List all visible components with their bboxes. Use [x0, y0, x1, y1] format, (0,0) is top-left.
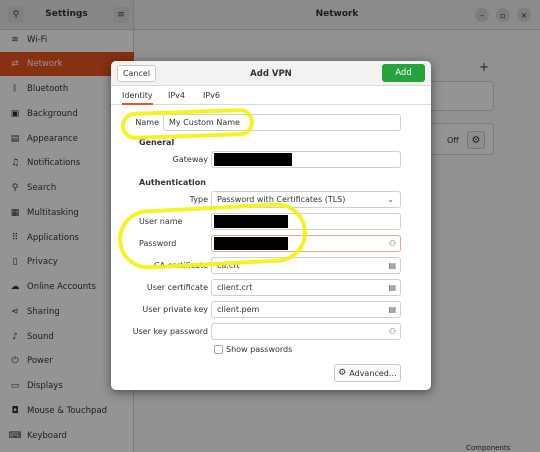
redacted-password	[214, 237, 288, 250]
ca-certificate-field[interactable]: ca.crt ▤	[211, 257, 401, 274]
ca-certificate-value: ca.crt	[217, 261, 240, 270]
show-passwords-checkbox[interactable]: Show passwords	[214, 345, 292, 354]
user-certificate-field[interactable]: client.crt ▤	[211, 279, 401, 296]
redacted-gateway	[214, 153, 292, 166]
add-button[interactable]: Add	[382, 64, 425, 82]
file-chooser-icon[interactable]: ▤	[388, 305, 396, 314]
tab-ipv4[interactable]: IPv4	[168, 91, 185, 100]
ca-certificate-label: CA certificate	[154, 261, 208, 270]
show-passwords-label: Show passwords	[226, 345, 293, 354]
password-options-icon[interactable]: ⚇	[389, 239, 396, 248]
gateway-label: Gateway	[172, 155, 208, 164]
user-key-password-label: User key password	[132, 327, 208, 336]
user-certificate-label: User certificate	[146, 283, 208, 292]
password-label: Password	[139, 239, 177, 248]
file-chooser-icon[interactable]: ▤	[388, 261, 396, 270]
user-certificate-value: client.crt	[217, 283, 253, 292]
authentication-heading: Authentication	[139, 178, 206, 187]
type-dropdown[interactable]: Password with Certificates (TLS) ⌄	[211, 191, 401, 208]
user-private-key-label: User private key	[142, 305, 208, 314]
tab-ipv6[interactable]: IPv6	[203, 91, 220, 100]
name-value: My Custom Name	[169, 118, 240, 127]
gateway-field[interactable]	[211, 151, 401, 168]
type-label: Type	[189, 195, 208, 204]
advanced-button[interactable]: ⚙ Advanced…	[334, 364, 401, 382]
tab-bar: Identity IPv4 IPv6	[111, 86, 431, 105]
add-vpn-dialog: Cancel Add VPN Add Identity IPv4 IPv6 Na…	[111, 61, 431, 390]
general-heading: General	[139, 138, 175, 147]
gear-icon: ⚙	[338, 368, 347, 378]
username-field[interactable]	[211, 213, 401, 230]
redacted-username	[214, 215, 288, 228]
user-key-password-field[interactable]: ⚇	[211, 323, 401, 340]
advanced-label: Advanced…	[349, 368, 397, 378]
chevron-down-icon: ⌄	[387, 195, 394, 204]
user-private-key-value: client.pem	[217, 305, 260, 314]
file-chooser-icon[interactable]: ▤	[388, 283, 396, 292]
password-field[interactable]: ⚇	[211, 235, 401, 252]
dialog-header: Cancel Add VPN Add	[111, 61, 431, 86]
user-private-key-field[interactable]: client.pem ▤	[211, 301, 401, 318]
name-field[interactable]: My Custom Name	[163, 114, 401, 131]
checkbox-box[interactable]	[214, 345, 223, 354]
type-value: Password with Certificates (TLS)	[217, 195, 346, 204]
name-label: Name	[135, 118, 159, 127]
username-label: User name	[139, 217, 183, 226]
password-options-icon[interactable]: ⚇	[389, 327, 396, 336]
tab-identity[interactable]: Identity	[122, 91, 153, 105]
